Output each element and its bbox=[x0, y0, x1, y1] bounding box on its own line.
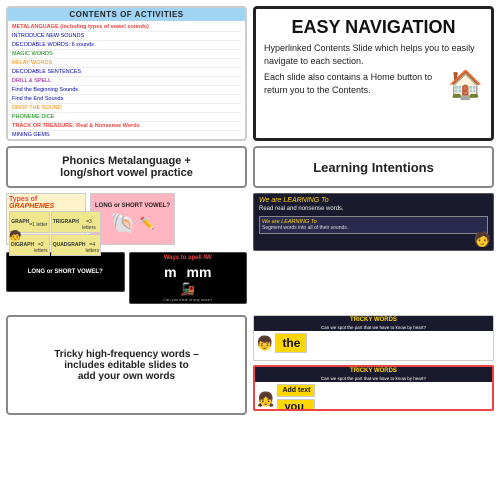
li-header-1: We are LEARNING To bbox=[259, 197, 488, 204]
tricky-slide-1: TRICKY WORDS Can we spot the part that w… bbox=[253, 315, 494, 361]
eraser-icon: ✏️ bbox=[139, 216, 154, 230]
graphemes-title: Types of GRAPHEMES bbox=[9, 196, 83, 210]
li-inner-slide: We are LEARNING To Segment words into al… bbox=[259, 216, 488, 234]
bottom-label-text: Tricky high-frequency words – includes e… bbox=[54, 349, 198, 382]
ws-letters: m mm bbox=[164, 264, 211, 280]
phonics-label-text: Phonics Metalanguage + long/short vowel … bbox=[60, 155, 193, 179]
contents-box: CONTENTS OF ACTIVITIES METALANGUAGE (inc… bbox=[6, 6, 247, 141]
easy-nav-text2: Each slide also contains a Home button t… bbox=[264, 71, 442, 96]
tricky-subheader-2: Can we spot the part that we have to kno… bbox=[255, 375, 492, 382]
ws-title: Ways to spell /M/ bbox=[164, 255, 212, 261]
list-item: DRILL & SPELL bbox=[12, 77, 241, 86]
easy-nav-text1: Hyperlinked Contents Slide which helps y… bbox=[264, 42, 483, 67]
list-item: DECODABLE SENTENCES bbox=[12, 68, 241, 77]
learning-slides-column: We are LEARNING To Read real and nonsens… bbox=[253, 193, 494, 308]
ways-to-spell-slide: Ways to spell /M/ m mm 🚂 Can you think o… bbox=[129, 252, 248, 304]
ws-train: 🚂 bbox=[180, 282, 195, 296]
phonics-label: Phonics Metalanguage + long/short vowel … bbox=[6, 146, 247, 188]
tricky-subheader-1: Can we spot the part that we have to kno… bbox=[254, 324, 493, 331]
easy-nav-box: EASY NAVIGATION Hyperlinked Contents Sli… bbox=[253, 6, 494, 141]
quadgraph-cell: QUADGRAPH=4 letters bbox=[51, 234, 101, 256]
tricky-body-2: 👧 Add text you bbox=[255, 382, 492, 411]
tricky-header-2: TRICKY WORDS bbox=[255, 367, 492, 375]
list-item: INTRODUCE NEW SOUNDS bbox=[12, 32, 241, 41]
learning-label: Learning Intentions bbox=[253, 146, 494, 188]
list-item: DROP THE SOUND bbox=[12, 104, 241, 113]
ws-letter-m: m bbox=[164, 264, 176, 280]
tricky-slides-column: TRICKY WORDS Can we spot the part that w… bbox=[253, 315, 494, 415]
list-item: RELAY WORDS bbox=[12, 59, 241, 68]
list-item: METALANGUAGE (including types of vowel s… bbox=[12, 23, 241, 32]
long-short-black-slide: LONG or SHORT VOWEL? bbox=[6, 252, 125, 292]
learning-label-text: Learning Intentions bbox=[313, 160, 434, 175]
graphemes-slide: Types of GRAPHEMES GRAPH=1 letter TRIGRA… bbox=[6, 193, 86, 245]
contents-header: CONTENTS OF ACTIVITIES bbox=[8, 8, 245, 21]
li-slide-1: We are LEARNING To Read real and nonsens… bbox=[253, 193, 494, 251]
ws-letter-mm: mm bbox=[187, 264, 212, 280]
tricky-header-1: TRICKY WORDS bbox=[254, 316, 493, 324]
ws-caption: Can you think of any more? bbox=[163, 297, 212, 302]
house-icon: 🏠 bbox=[448, 71, 483, 99]
li-text-1: Read real and nonsense words. bbox=[259, 206, 488, 214]
kid-right-icon: 👧 bbox=[257, 391, 274, 408]
easy-nav-title: EASY NAVIGATION bbox=[264, 17, 483, 38]
list-item: Find the End Sounds bbox=[12, 95, 241, 104]
list-item: DECODABLE WORDS: 6 sounds bbox=[12, 41, 241, 50]
list-item: MINING GEMS bbox=[12, 131, 241, 140]
kid-tricky-icon: 👦 bbox=[256, 335, 273, 352]
list-item: Find the Beginning Sounds bbox=[12, 86, 241, 95]
contents-list: METALANGUAGE (including types of vowel s… bbox=[8, 21, 245, 141]
graph-cell: GRAPH=1 letter bbox=[9, 211, 50, 233]
tricky-body-1: 👦 the bbox=[254, 331, 493, 355]
list-item: PHONEME DICE bbox=[12, 113, 241, 122]
shell-icon: 🐚 bbox=[111, 211, 136, 236]
list-item: MAGIC WORDS bbox=[12, 50, 241, 59]
add-text-box[interactable]: Add text bbox=[277, 384, 315, 397]
bottom-label: Tricky high-frequency words – includes e… bbox=[6, 315, 247, 415]
tricky-word-the: the bbox=[275, 333, 307, 353]
long-short-slide: LONG or SHORT VOWEL? 🐚 ✏️ bbox=[90, 193, 175, 245]
kid-icon: 🧒 bbox=[9, 231, 21, 242]
ls-title: LONG or SHORT VOWEL? bbox=[95, 203, 170, 209]
person-icon: 🧑 bbox=[474, 231, 491, 248]
tricky-word-you: you bbox=[277, 399, 315, 411]
trigraph-cell: TRIGRAPH=3 letters bbox=[51, 211, 101, 233]
list-item: TRACK OR TREASURE: Real & Nonsense Words bbox=[12, 122, 241, 131]
phonics-slides-column: Types of GRAPHEMES GRAPH=1 letter TRIGRA… bbox=[6, 193, 247, 308]
ls-black-title: LONG or SHORT VOWEL? bbox=[28, 269, 103, 275]
easy-nav-bottom: Each slide also contains a Home button t… bbox=[264, 71, 483, 99]
li-inner-text: Segment words into all of their sounds. bbox=[262, 225, 485, 231]
tricky-slide-2: TRICKY WORDS Can we spot the part that w… bbox=[253, 365, 494, 411]
